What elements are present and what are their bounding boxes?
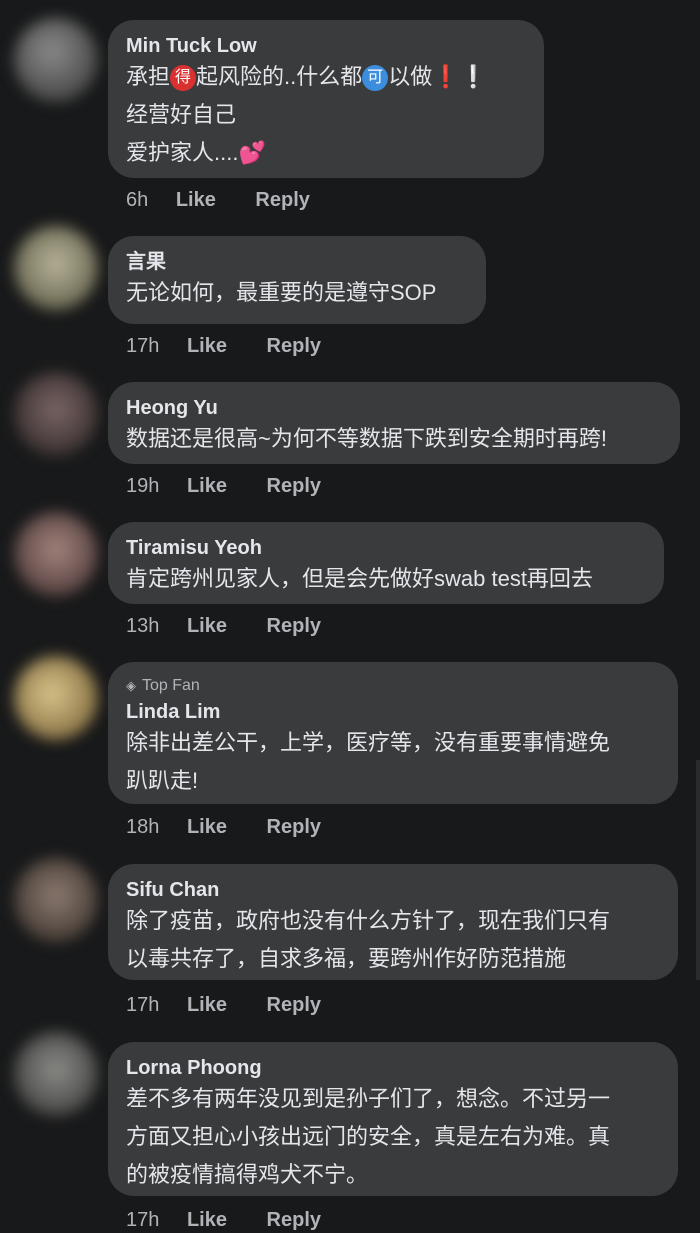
reply-button[interactable]: Reply [255, 189, 309, 211]
avatar[interactable] [14, 858, 98, 942]
comment-author[interactable]: Tiramisu Yeoh [126, 536, 646, 560]
comment-actions: 17h Like Reply [126, 335, 355, 358]
avatar[interactable] [14, 1032, 98, 1116]
avatar[interactable] [14, 512, 98, 596]
comment-author[interactable]: Min Tuck Low [126, 34, 526, 58]
diamond-icon: ◈ [126, 678, 136, 693]
white-exclamation-icon: ❕ [459, 64, 488, 89]
comment-time[interactable]: 17h [126, 335, 159, 357]
comment-bubble: 言果 无论如何，最重要的是遵守SOP [108, 236, 486, 324]
like-button[interactable]: Like [187, 994, 227, 1016]
comment-time[interactable]: 17h [126, 994, 159, 1016]
comment-text: 经营好自己 [126, 102, 237, 127]
comment-author[interactable]: Sifu Chan [126, 878, 660, 902]
comment-text: 爱护家人....💕 [126, 134, 526, 172]
comment-text: 承担得起风险的..什么都可以做❗❕ [126, 58, 526, 96]
emoji-ke-icon: 可 [362, 65, 389, 92]
like-button[interactable]: Like [187, 475, 227, 497]
reply-button[interactable]: Reply [267, 475, 321, 497]
avatar[interactable] [14, 226, 98, 310]
like-button[interactable]: Like [187, 816, 227, 838]
comment-time[interactable]: 6h [126, 189, 148, 211]
comment-actions: 6h Like Reply [126, 189, 344, 212]
comment-text: 差不多有两年没见到是孙子们了，想念。不过另一 [126, 1086, 611, 1111]
comment-actions: 17h Like Reply [126, 1209, 355, 1232]
text-segment: 起风险的..什么都 [196, 64, 363, 89]
comment-text: 数据还是很高~为何不等数据下跌到安全期时再跨! [126, 426, 607, 451]
comment-actions: 19h Like Reply [126, 475, 355, 498]
comment-text: 肯定跨州见家人，但是会先做好swab test再回去 [126, 566, 593, 591]
text-segment: 以做 [388, 64, 433, 89]
comment-actions: 13h Like Reply [126, 615, 355, 638]
reply-button[interactable]: Reply [267, 615, 321, 637]
reply-button[interactable]: Reply [267, 994, 321, 1016]
comment-text: 的被疫情搞得鸡犬不宁。 [126, 1162, 369, 1187]
scrollbar[interactable] [696, 760, 700, 980]
comment-actions: 18h Like Reply [126, 816, 355, 839]
comment-actions: 17h Like Reply [126, 994, 355, 1017]
comment-text: 除了疫苗，政府也没有什么方针了，现在我们只有 [126, 908, 611, 933]
like-button[interactable]: Like [187, 615, 227, 637]
comment-author[interactable]: Lorna Phoong [126, 1056, 660, 1080]
red-exclamation-icon: ❗ [432, 64, 460, 89]
avatar[interactable] [14, 372, 98, 456]
reply-button[interactable]: Reply [267, 816, 321, 838]
text-segment: 爱护家人.... [126, 140, 239, 165]
comment-author[interactable]: Linda Lim [126, 700, 660, 724]
comment-time[interactable]: 19h [126, 475, 159, 497]
reply-button[interactable]: Reply [267, 335, 321, 357]
avatar[interactable] [14, 656, 98, 740]
like-button[interactable]: Like [187, 1209, 227, 1231]
comment-bubble: Tiramisu Yeoh 肯定跨州见家人，但是会先做好swab test再回去 [108, 522, 664, 604]
comment-bubble: Min Tuck Low 承担得起风险的..什么都可以做❗❕ 经营好自己 爱护家… [108, 20, 544, 178]
comment-author[interactable]: Heong Yu [126, 396, 662, 420]
comment-time[interactable]: 17h [126, 1209, 159, 1231]
reply-button[interactable]: Reply [267, 1209, 321, 1231]
badge-label: Top Fan [142, 677, 200, 694]
top-fan-badge: ◈ Top Fan [126, 676, 660, 696]
avatar[interactable] [14, 18, 98, 102]
comment-text: 以毒共存了，自求多福，要跨州作好防范措施 [126, 946, 567, 971]
comment-text: 无论如何，最重要的是遵守SOP [126, 280, 437, 305]
comment-bubble: ◈ Top Fan Linda Lim 除非出差公干，上学，医疗等，没有重要事情避… [108, 662, 678, 804]
comment-text: 除非出差公干，上学，医疗等，没有重要事情避免 [126, 730, 611, 755]
comment-text: 方面又担心小孩出远门的安全，真是左右为难。真 [126, 1124, 611, 1149]
text-segment: 承担 [126, 64, 171, 89]
comment-time[interactable]: 13h [126, 615, 159, 637]
emoji-de-icon: 得 [170, 65, 197, 92]
hearts-icon: 💕 [238, 140, 266, 165]
like-button[interactable]: Like [187, 335, 227, 357]
comment-bubble: Sifu Chan 除了疫苗，政府也没有什么方针了，现在我们只有 以毒共存了，自… [108, 864, 678, 980]
comment-bubble: Lorna Phoong 差不多有两年没见到是孙子们了，想念。不过另一 方面又担… [108, 1042, 678, 1196]
comment-time[interactable]: 18h [126, 816, 159, 838]
comment-author[interactable]: 言果 [126, 250, 468, 274]
comment-bubble: Heong Yu 数据还是很高~为何不等数据下跌到安全期时再跨! [108, 382, 680, 464]
comment-text: 趴趴走! [126, 768, 199, 793]
like-button[interactable]: Like [176, 189, 216, 211]
